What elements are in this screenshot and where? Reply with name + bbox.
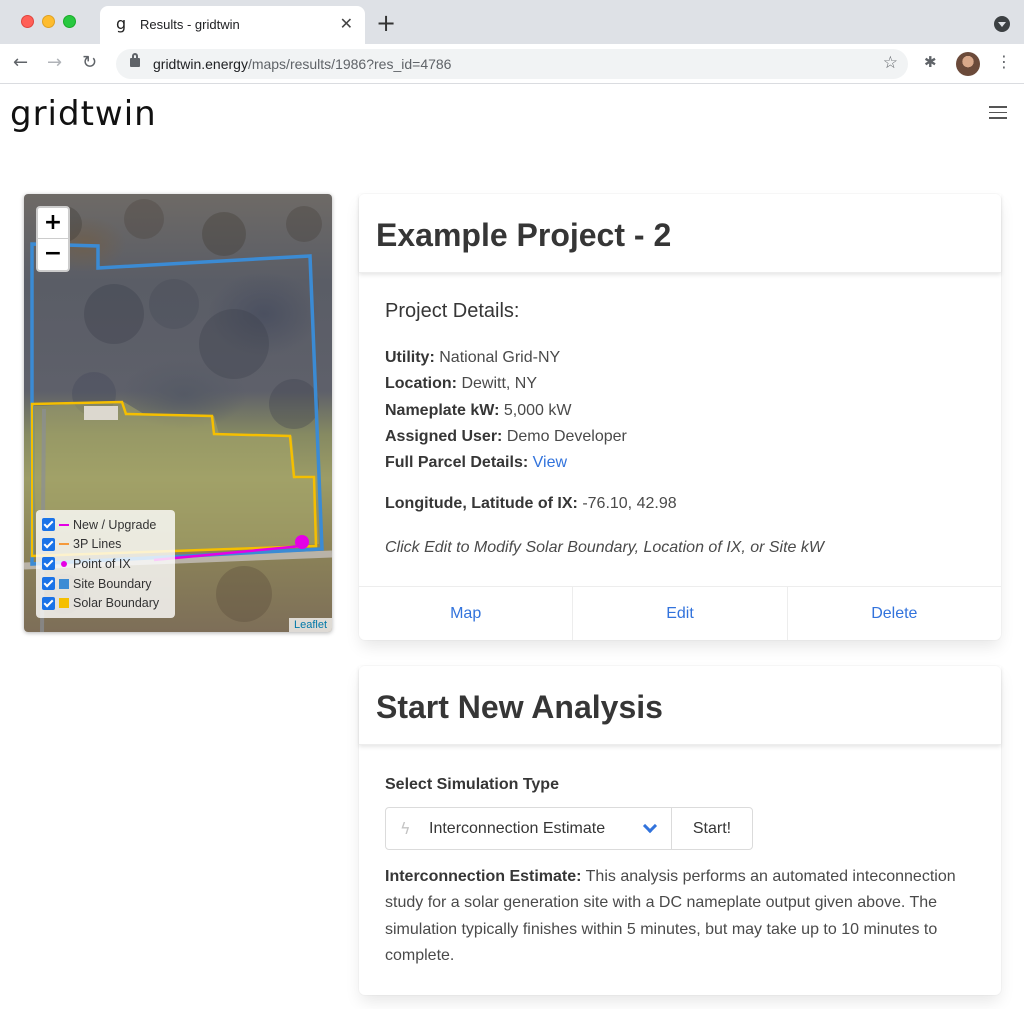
avatar[interactable]	[956, 52, 980, 76]
browser-tab-strip: g Results - gridtwin ✕ +	[0, 0, 1024, 44]
delete-button[interactable]: Delete	[788, 587, 1001, 640]
legend-item-site-boundary[interactable]: Site Boundary	[42, 574, 175, 594]
chevron-down-icon	[642, 818, 658, 834]
magenta-dot-swatch	[61, 560, 67, 567]
legend-checkbox[interactable]	[42, 537, 55, 551]
new-tab-button[interactable]: +	[376, 9, 396, 37]
selected-simulation: Interconnection Estimate	[429, 820, 606, 837]
legend-checkbox[interactable]	[42, 596, 55, 610]
star-icon[interactable]: ☆	[883, 53, 898, 73]
legend-label: Site Boundary	[73, 576, 152, 591]
simulation-type-select[interactable]: ϟ Interconnection Estimate	[385, 807, 672, 850]
legend-label: New / Upgrade	[73, 517, 157, 532]
building	[84, 406, 118, 420]
ix-coordinates: Longitude, Latitude of IX: -76.10, 42.98	[385, 495, 677, 512]
browser-tab[interactable]: g Results - gridtwin ✕	[100, 6, 365, 44]
back-arrow-icon[interactable]: ←	[13, 52, 28, 73]
puzzle-icon[interactable]: ✱	[924, 53, 937, 71]
legend-label: Point of IX	[73, 556, 131, 571]
project-title: Example Project - 2	[376, 217, 672, 253]
zoom-control: + −	[36, 206, 70, 272]
legend-label: Solar Boundary	[73, 596, 160, 611]
legend-checkbox[interactable]	[42, 577, 55, 591]
forward-arrow-icon[interactable]: →	[47, 52, 62, 73]
zoom-out-button[interactable]: −	[38, 239, 68, 270]
location-row: Location: Dewitt, NY	[385, 375, 538, 393]
edit-hint: Click Edit to Modify Solar Boundary, Loc…	[385, 539, 824, 556]
details-list: Utility: National Grid-NY Location: Dewi…	[385, 345, 627, 476]
tab-close-icon[interactable]: ✕	[340, 14, 353, 33]
analysis-card: Start New Analysis Select Simulation Typ…	[359, 666, 1001, 995]
reload-icon[interactable]: ↻	[82, 52, 97, 73]
site-map[interactable]: + − New / Upgrade 3P Lines Point of IX S…	[24, 194, 332, 632]
legend-item-solar-boundary[interactable]: Solar Boundary	[42, 593, 175, 613]
address-bar[interactable]: gridtwin.energy/maps/results/1986?res_id…	[116, 49, 908, 79]
nameplate-row: Nameplate kW: 5,000 kW	[385, 401, 572, 419]
parcel-view-link[interactable]: View	[533, 454, 567, 471]
legend-label: 3P Lines	[73, 537, 122, 552]
start-button[interactable]: Start!	[671, 807, 753, 850]
url-text[interactable]: gridtwin.energy/maps/results/1986?res_id…	[153, 56, 451, 72]
parcel-row: Full Parcel Details: View	[385, 454, 568, 472]
project-card-header: Example Project - 2	[359, 194, 1001, 273]
legend-item-point-of-ix[interactable]: Point of IX	[42, 554, 175, 574]
project-details: Project Details:	[385, 300, 520, 323]
map-attribution-link[interactable]: Leaflet	[288, 618, 332, 632]
bolt-icon: ϟ	[400, 819, 411, 838]
legend-item-3p-lines[interactable]: 3P Lines	[42, 535, 175, 555]
project-card: Example Project - 2 Project Details: Uti…	[359, 194, 1001, 640]
site-logo[interactable]: gridtwin	[10, 94, 157, 134]
hamburger-menu-icon[interactable]	[989, 106, 1007, 119]
tab-title: Results - gridtwin	[140, 17, 240, 32]
assigned-user-row: Assigned User: Demo Developer	[385, 427, 627, 445]
blue-square-swatch	[59, 578, 69, 589]
tab-search-icon[interactable]	[994, 16, 1010, 32]
magenta-line-swatch	[59, 523, 69, 526]
yellow-square-swatch	[59, 598, 69, 609]
point-of-ix-marker[interactable]	[295, 535, 309, 549]
favicon-icon: g	[116, 14, 127, 33]
maximize-window-button[interactable]	[63, 15, 76, 28]
lock-icon[interactable]	[130, 53, 140, 67]
analysis-card-header: Start New Analysis	[359, 666, 1001, 745]
simulation-type-label: Select Simulation Type	[385, 776, 559, 793]
zoom-in-button[interactable]: +	[38, 208, 68, 239]
utility-row: Utility: National Grid-NY	[385, 349, 561, 366]
project-card-footer: Map Edit Delete	[359, 586, 1001, 640]
map-button[interactable]: Map	[359, 587, 574, 640]
legend-checkbox[interactable]	[42, 518, 55, 532]
analysis-title: Start New Analysis	[376, 689, 663, 725]
details-heading: Project Details:	[385, 300, 520, 322]
close-window-button[interactable]	[21, 15, 34, 28]
map-legend: New / Upgrade 3P Lines Point of IX Site …	[36, 510, 175, 618]
simulation-description: Interconnection Estimate: This analysis …	[385, 868, 956, 964]
browser-toolbar: ← → ↻ gridtwin.energy/maps/results/1986?…	[0, 44, 1024, 84]
edit-button[interactable]: Edit	[573, 587, 788, 640]
legend-item-new-upgrade[interactable]: New / Upgrade	[42, 515, 175, 535]
minimize-window-button[interactable]	[42, 15, 55, 28]
legend-checkbox[interactable]	[42, 557, 55, 571]
orange-line-swatch	[59, 543, 69, 546]
kebab-menu-icon[interactable]: ⋮	[996, 52, 1012, 71]
